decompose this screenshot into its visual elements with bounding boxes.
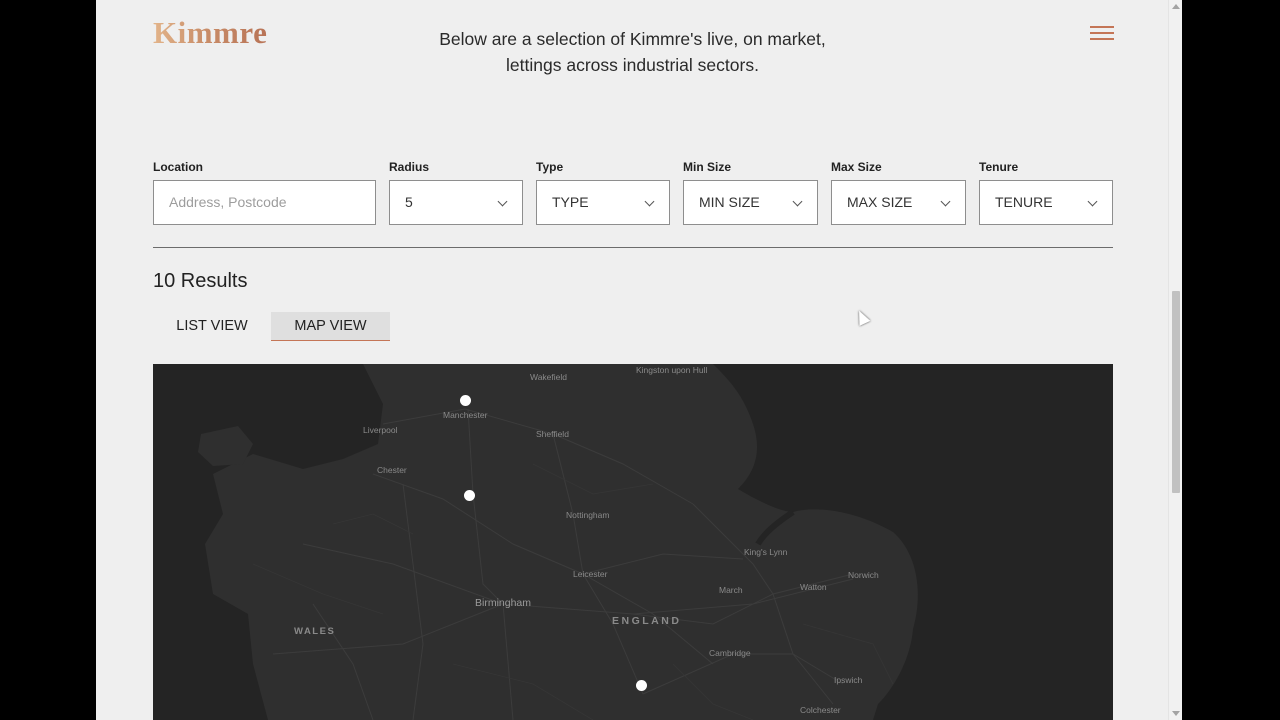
page-scrollbar[interactable] bbox=[1168, 0, 1182, 720]
tenure-value: TENURE bbox=[995, 194, 1053, 210]
map-label-sheffield: Sheffield bbox=[536, 429, 569, 439]
map-label-liverpool: Liverpool bbox=[363, 425, 398, 435]
map-label-chester: Chester bbox=[377, 465, 407, 475]
scroll-up-icon[interactable] bbox=[1172, 4, 1180, 9]
min-size-label: Min Size bbox=[683, 160, 732, 174]
map-label-nottingham: Nottingham bbox=[566, 510, 610, 520]
map-label-watton: Watton bbox=[800, 582, 827, 592]
map-label-cambridge: Cambridge bbox=[709, 648, 751, 658]
map-pin[interactable] bbox=[636, 680, 647, 691]
map-label-norwich: Norwich bbox=[848, 570, 879, 580]
mouse-cursor-icon bbox=[853, 308, 871, 326]
radius-label: Radius bbox=[389, 160, 430, 174]
map-label-march: March bbox=[719, 585, 743, 595]
tab-list-view[interactable]: LIST VIEW bbox=[153, 312, 271, 341]
map-pin[interactable] bbox=[464, 490, 475, 501]
scrollbar-thumb[interactable] bbox=[1172, 291, 1180, 493]
map-view[interactable]: Wakefield Kingston upon Hull Manchester … bbox=[153, 364, 1113, 720]
min-size-value: MIN SIZE bbox=[699, 194, 760, 210]
intro-text: Below are a selection of Kimmre's live, … bbox=[416, 26, 849, 78]
chevron-down-icon bbox=[644, 196, 655, 207]
min-size-select[interactable]: MIN SIZE bbox=[683, 180, 818, 225]
tenure-select[interactable]: TENURE bbox=[979, 180, 1113, 225]
filter-location: Location Address, Postcode bbox=[153, 160, 376, 225]
map-region-england: ENGLAND bbox=[612, 615, 682, 627]
location-label: Location bbox=[153, 160, 203, 174]
filter-max-size: Max Size MAX SIZE bbox=[831, 160, 966, 225]
filters-divider bbox=[153, 247, 1113, 248]
map-label-ipswich: Ipswich bbox=[834, 675, 863, 685]
map-label-kings-lynn: King's Lynn bbox=[744, 547, 788, 557]
kimmre-logo[interactable]: Kimmre bbox=[153, 15, 267, 51]
filter-tenure: Tenure TENURE bbox=[979, 160, 1113, 225]
tab-map-view[interactable]: MAP VIEW bbox=[271, 312, 390, 341]
map-label-birmingham: Birmingham bbox=[475, 597, 532, 609]
map-label-wakefield: Wakefield bbox=[530, 372, 568, 382]
map-label-leicester: Leicester bbox=[573, 569, 608, 579]
intro-line-1: Below are a selection of Kimmre's live, … bbox=[439, 29, 826, 49]
intro-line-2: lettings across industrial sectors. bbox=[506, 55, 759, 75]
type-select[interactable]: TYPE bbox=[536, 180, 670, 225]
location-input[interactable]: Address, Postcode bbox=[153, 180, 376, 225]
filter-type: Type TYPE bbox=[536, 160, 670, 225]
radius-value: 5 bbox=[405, 194, 413, 210]
map-label-colchester: Colchester bbox=[800, 705, 841, 715]
map-region-wales: WALES bbox=[294, 626, 336, 637]
type-label: Type bbox=[536, 160, 564, 174]
chevron-down-icon bbox=[497, 196, 508, 207]
map-label-hull: Kingston upon Hull bbox=[636, 365, 708, 375]
map-pin[interactable] bbox=[460, 395, 471, 406]
map-label-manchester: Manchester bbox=[443, 410, 488, 420]
max-size-label: Max Size bbox=[831, 160, 882, 174]
page: Kimmre Below are a selection of Kimmre's… bbox=[96, 0, 1182, 720]
tenure-label: Tenure bbox=[979, 160, 1019, 174]
chevron-down-icon bbox=[1087, 196, 1098, 207]
scroll-down-icon[interactable] bbox=[1172, 711, 1180, 716]
hamburger-menu-icon[interactable] bbox=[1090, 26, 1114, 40]
filter-radius: Radius 5 bbox=[389, 160, 523, 225]
max-size-value: MAX SIZE bbox=[847, 194, 913, 210]
chevron-down-icon bbox=[792, 196, 803, 207]
radius-select[interactable]: 5 bbox=[389, 180, 523, 225]
max-size-select[interactable]: MAX SIZE bbox=[831, 180, 966, 225]
map-canvas bbox=[153, 364, 1113, 720]
type-value: TYPE bbox=[552, 194, 589, 210]
chevron-down-icon bbox=[940, 196, 951, 207]
filter-min-size: Min Size MIN SIZE bbox=[683, 160, 818, 225]
results-count: 10 Results bbox=[153, 270, 248, 292]
